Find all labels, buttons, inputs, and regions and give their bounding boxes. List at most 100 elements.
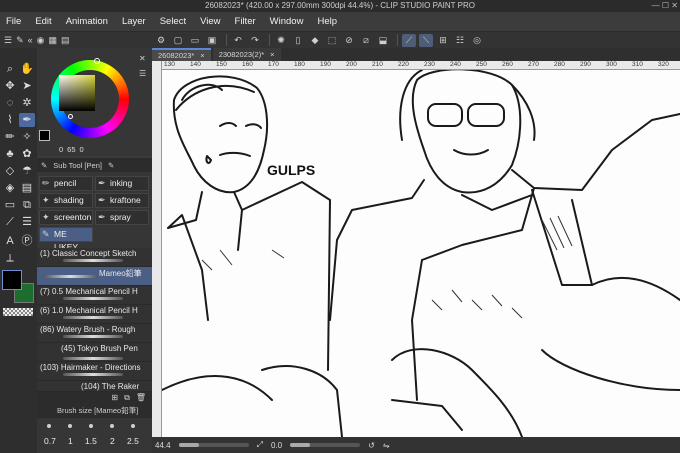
list-item[interactable]: (104) The Raker [37,381,152,392]
angle-value[interactable]: 0.0 [271,441,282,450]
menu-help[interactable]: Help [317,16,337,27]
tab-document-2[interactable]: 23082023(2)* × [212,48,281,61]
tool-settings-icon[interactable]: ☰ [4,35,12,46]
lasso-icon[interactable]: ◌ [2,96,18,110]
blend-icon[interactable]: ☂ [19,164,35,178]
list-item[interactable]: (6) 1.0 Mechanical Pencil H [37,305,152,324]
main-color-swatch[interactable] [39,130,50,141]
add-subtool-icon[interactable]: ⊞ [111,392,118,404]
ruler-tool-icon[interactable]: ⟋ [2,215,18,229]
sv-cursor[interactable] [68,114,73,119]
copy-subtool-icon[interactable]: ⧉ [124,392,130,404]
subtool-kraftone[interactable]: ✒ kraftone [95,193,149,208]
tab-document-1[interactable]: 26082023* × [152,48,211,61]
rotate-slider[interactable] [290,443,361,447]
open-file-icon[interactable]: ▭ [188,34,202,47]
snap-special-ruler-icon[interactable]: ⟍ [419,33,433,47]
vertical-ruler[interactable] [152,61,162,437]
frame-icon[interactable]: ⧉ [19,198,35,212]
eyedropper-icon[interactable]: ⌇ [2,113,18,127]
menu-file[interactable]: File [6,16,21,27]
collapse-icon[interactable]: « [28,35,33,45]
zoom-value[interactable]: 44.4 [155,441,171,450]
hsv-v-value[interactable]: 0 [80,145,84,154]
snap-ruler-icon[interactable]: ⟋ [402,33,416,47]
palette-icon[interactable]: ▦ [49,35,58,46]
window-controls[interactable]: — ☐ ✕ [652,0,678,12]
menu-window[interactable]: Window [270,16,304,27]
brush-size-option[interactable]: 1.5 [85,436,97,446]
save-icon[interactable]: ▣ [205,34,219,47]
gradient-icon[interactable]: ▤ [19,181,35,195]
menu-filter[interactable]: Filter [235,16,256,27]
subtool-me-likey[interactable]: ✎ ME LIKEY [39,227,93,252]
correct-line-icon[interactable]: ⟂ [2,251,18,265]
hue-cursor[interactable] [94,58,100,64]
clip-studio-icon[interactable]: ⚙ [154,34,168,47]
close-icon[interactable]: ✕ [139,54,146,63]
pen-tip-icon[interactable]: ✎ [16,35,24,46]
object-icon[interactable]: ➤ [19,79,35,93]
saturation-value-square[interactable] [59,75,95,111]
balloon-icon[interactable]: Ⓟ [19,234,35,248]
fill-icon[interactable]: ◆ [308,34,322,47]
line-correction-icon[interactable]: ☰ [19,215,35,229]
menu-edit[interactable]: Edit [35,16,51,27]
zoom-slider[interactable] [178,443,249,447]
list-item[interactable]: (45) Tokyo Brush Pen [37,343,152,362]
tab-close-icon[interactable]: × [200,50,204,61]
magic-wand-icon[interactable]: ✲ [19,96,35,110]
hsv-h-value[interactable]: 0 [59,145,63,154]
drawing-canvas[interactable]: GULPS [162,70,680,437]
undo-icon[interactable]: ↶ [231,34,245,47]
list-item[interactable]: (7) 0.5 Mechanical Pencil H [37,286,152,305]
settings-icon[interactable]: ☷ [453,34,467,47]
wheel-icon[interactable]: ◉ [37,35,45,46]
flip-icon[interactable]: ⇋ [383,441,390,450]
subtool-screenton[interactable]: ✦ screenton [39,210,93,225]
list-item[interactable]: (1) Classic Concept Sketch [37,248,152,267]
menu-layer[interactable]: Layer [122,16,146,27]
pen-tool-icon[interactable]: ✒ [19,113,35,127]
deselect-icon[interactable]: ⊘ [342,34,356,47]
show-selection-icon[interactable]: ⬓ [376,34,390,47]
menu-icon[interactable]: ☰ [139,69,146,78]
airbrush-icon[interactable]: ♣ [2,147,18,161]
delete-subtool-icon[interactable]: 🗑 [136,392,146,404]
menu-view[interactable]: View [200,16,220,27]
fit-icon[interactable]: ⤢ [257,440,263,450]
list-item[interactable]: (86) Watery Brush - Rough [37,324,152,343]
zoom-icon[interactable]: ⌕ [2,62,18,76]
text-tool-icon[interactable]: A [2,234,18,248]
history-icon[interactable]: ▤ [61,35,70,46]
transform-icon[interactable]: ⬚ [325,34,339,47]
subtool-inking[interactable]: ✒ inking [95,176,149,191]
move-icon[interactable]: ✥ [2,79,18,93]
subtool-pencil[interactable]: ✏ pencil [39,176,93,191]
horizontal-ruler[interactable]: 130 140 150 160 170 180 190 200 210 220 230 240 250 2… [162,61,680,70]
subtool-menu-icon[interactable]: ✎ [108,161,114,170]
brush-size-option[interactable]: 2 [110,436,115,446]
invert-selection-icon[interactable]: ⧄ [359,34,373,47]
subtool-shading[interactable]: ✦ shading [39,193,93,208]
loading-icon[interactable]: ✺ [274,34,288,47]
brush-size-option[interactable]: 0.7 [44,436,56,446]
assets-icon[interactable]: ◎ [470,34,484,47]
new-file-icon[interactable]: ▢ [171,34,185,47]
brush-size-option[interactable]: 2.5 [127,436,139,446]
tab-close-icon[interactable]: × [270,48,274,61]
hsv-s-value[interactable]: 65 [67,145,75,154]
foreground-color-swatch[interactable] [2,270,22,290]
eraser-icon[interactable]: ◇ [2,164,18,178]
decoration-icon[interactable]: ✿ [19,147,35,161]
fill-tool-icon[interactable]: ◈ [2,181,18,195]
list-item[interactable]: Mameo鉛筆 [37,267,152,286]
snap-grid-icon[interactable]: ⊞ [436,34,450,47]
menu-select[interactable]: Select [160,16,186,27]
brush-icon[interactable]: ✧ [19,130,35,144]
pencil-tool-icon[interactable]: ✏ [2,130,18,144]
transparent-color-swatch[interactable] [3,308,33,316]
subtool-spray[interactable]: ✒ spray [95,210,149,225]
redo-icon[interactable]: ↷ [248,34,262,47]
clear-icon[interactable]: ▯ [291,34,305,47]
